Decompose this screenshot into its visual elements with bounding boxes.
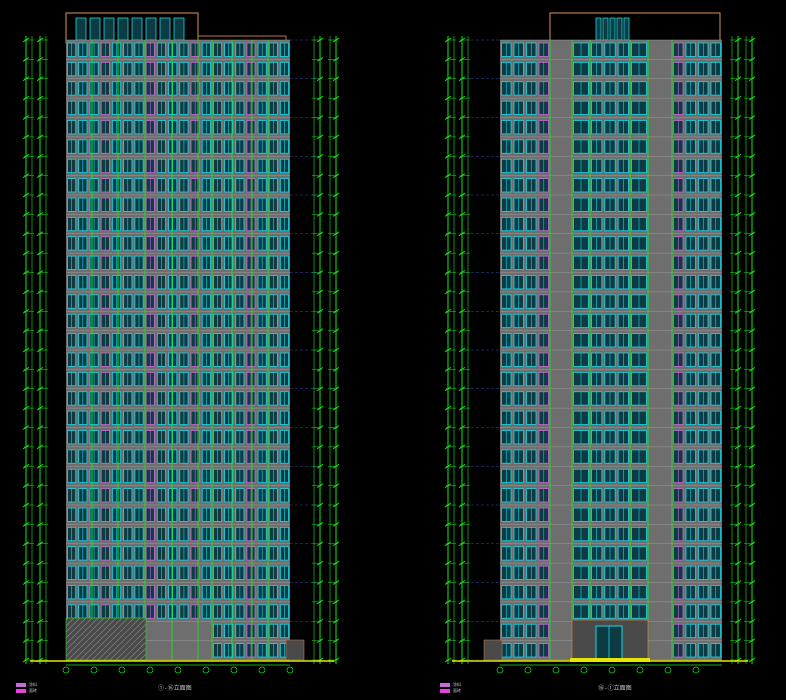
axis-bubble (90, 666, 98, 674)
crown-window (131, 17, 143, 41)
axis-bubble (62, 666, 70, 674)
legend-swatch-tile (16, 689, 26, 693)
left-elevation-title: ①-⑯立面图 (158, 685, 192, 692)
cad-viewport[interactable]: ①-⑯立面图 ⑯-①立面图 涂料 面砖 涂料 面砖 (0, 0, 786, 700)
axis-bubble (524, 666, 532, 674)
crown-window (616, 17, 623, 41)
axis-bubble (552, 666, 560, 674)
crown-window (173, 17, 185, 41)
axis-bubble (636, 666, 644, 674)
legend-label-tile: 面砖 (453, 688, 461, 693)
crown-window (595, 17, 602, 41)
base-hatch (65, 617, 147, 661)
legend-swatch-tile (440, 689, 450, 693)
crown-window (89, 17, 101, 41)
right-elevation-title: ⑯-①立面图 (598, 685, 632, 692)
crown-window (145, 17, 157, 41)
axis-bubble (118, 666, 126, 674)
entrance-step (570, 658, 650, 662)
legend-swatch-paint (440, 683, 450, 687)
axis-bubble (580, 666, 588, 674)
axis-bubble (608, 666, 616, 674)
crown-window (103, 17, 115, 41)
legend-swatch-paint (16, 683, 26, 687)
left-legend: 涂料 面砖 (16, 682, 37, 694)
crown-window (609, 17, 616, 41)
crown-window (602, 17, 609, 41)
axis-bubble (286, 666, 294, 674)
axis-bubble (692, 666, 700, 674)
left-elevation (22, 12, 340, 674)
axis-bubble (230, 666, 238, 674)
axis-bubble (496, 666, 504, 674)
annex (483, 639, 503, 661)
crown-window (159, 17, 171, 41)
crown-window (75, 17, 87, 41)
axis-bubble (664, 666, 672, 674)
axis-bubble (202, 666, 210, 674)
crown-window (117, 17, 129, 41)
right-legend: 涂料 面砖 (440, 682, 461, 694)
axis-bubble (174, 666, 182, 674)
legend-label-tile: 面砖 (29, 688, 37, 693)
annex (285, 639, 305, 661)
axis-bubble (258, 666, 266, 674)
axis-bubble (146, 666, 154, 674)
right-elevation (444, 12, 756, 674)
crown-window (623, 17, 630, 41)
roof-crown (549, 12, 721, 44)
